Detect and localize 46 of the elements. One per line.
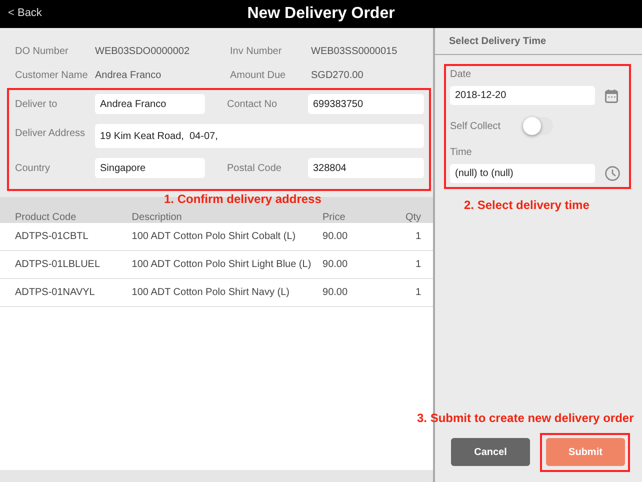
field-label: Date [450, 69, 472, 80]
input-field[interactable]: Andrea Franco [95, 94, 205, 114]
panel-title: Select Delivery Time [435, 28, 642, 55]
table-cell: 100 ADT Cotton Polo Shirt Cobalt (L) [126, 223, 318, 250]
field-value: Andrea Franco [95, 70, 162, 82]
calendar-icon[interactable] [605, 88, 618, 102]
field-label: Time [450, 147, 473, 158]
column-header: Description [132, 212, 182, 223]
table-cell: 100 ADT Cotton Polo Shirt Navy (L) [126, 278, 318, 306]
field-label: Country [15, 162, 52, 174]
field-label: DO Number [15, 46, 70, 58]
field-label: Inv Number [230, 46, 283, 58]
field-label: Postal Code [227, 162, 282, 174]
page-title: New Delivery Order [247, 5, 395, 23]
annotation-text: 1. Confirm delivery address [164, 193, 322, 206]
input-field[interactable]: 2018-12-20 [450, 86, 595, 105]
column-header: Price [322, 212, 346, 223]
annotation-text: 2. Select delivery time [464, 199, 590, 212]
field-label: Amount Due [230, 70, 287, 82]
clock-icon[interactable] [605, 166, 620, 181]
table-cell: 100 ADT Cotton Polo Shirt Light Blue (L) [126, 250, 318, 278]
field-value: SGD270.00 [311, 70, 364, 82]
cancel-button[interactable]: Cancel [451, 438, 530, 466]
table-cell: 90.00 [318, 223, 385, 250]
field-label: Deliver to [15, 98, 58, 110]
table-cell: ADTPS-01CBTL [0, 223, 127, 250]
input-field[interactable]: (null) to (null) [450, 164, 595, 183]
field-label: Contact No [227, 98, 278, 110]
input-field[interactable]: Singapore [95, 158, 205, 178]
field-value: WEB03SS0000015 [311, 46, 398, 58]
field-label: Deliver Address [15, 128, 86, 139]
self-collect-toggle[interactable] [522, 117, 553, 135]
field-label: Self Collect [450, 120, 501, 132]
table-cell: 90.00 [318, 250, 385, 278]
column-header: Qty [405, 212, 421, 223]
back-button[interactable]: < Back [8, 7, 42, 19]
field-label: Customer Name [15, 70, 89, 82]
table-cell: ADTPS-01LBLUEL [0, 250, 127, 278]
table-cell: 90.00 [318, 278, 385, 306]
annotation-text: 3. Submit to create new delivery order [417, 412, 634, 425]
input-field[interactable]: 19 Kim Keat Road, 04-07, [95, 124, 424, 148]
column-header: Product Code [15, 212, 76, 223]
input-field[interactable]: 328804 [308, 158, 424, 178]
table-cell: ADTPS-01NAVYL [0, 278, 127, 306]
input-field[interactable]: 699383750 [308, 94, 424, 114]
field-value: WEB03SDO0000002 [95, 46, 191, 58]
